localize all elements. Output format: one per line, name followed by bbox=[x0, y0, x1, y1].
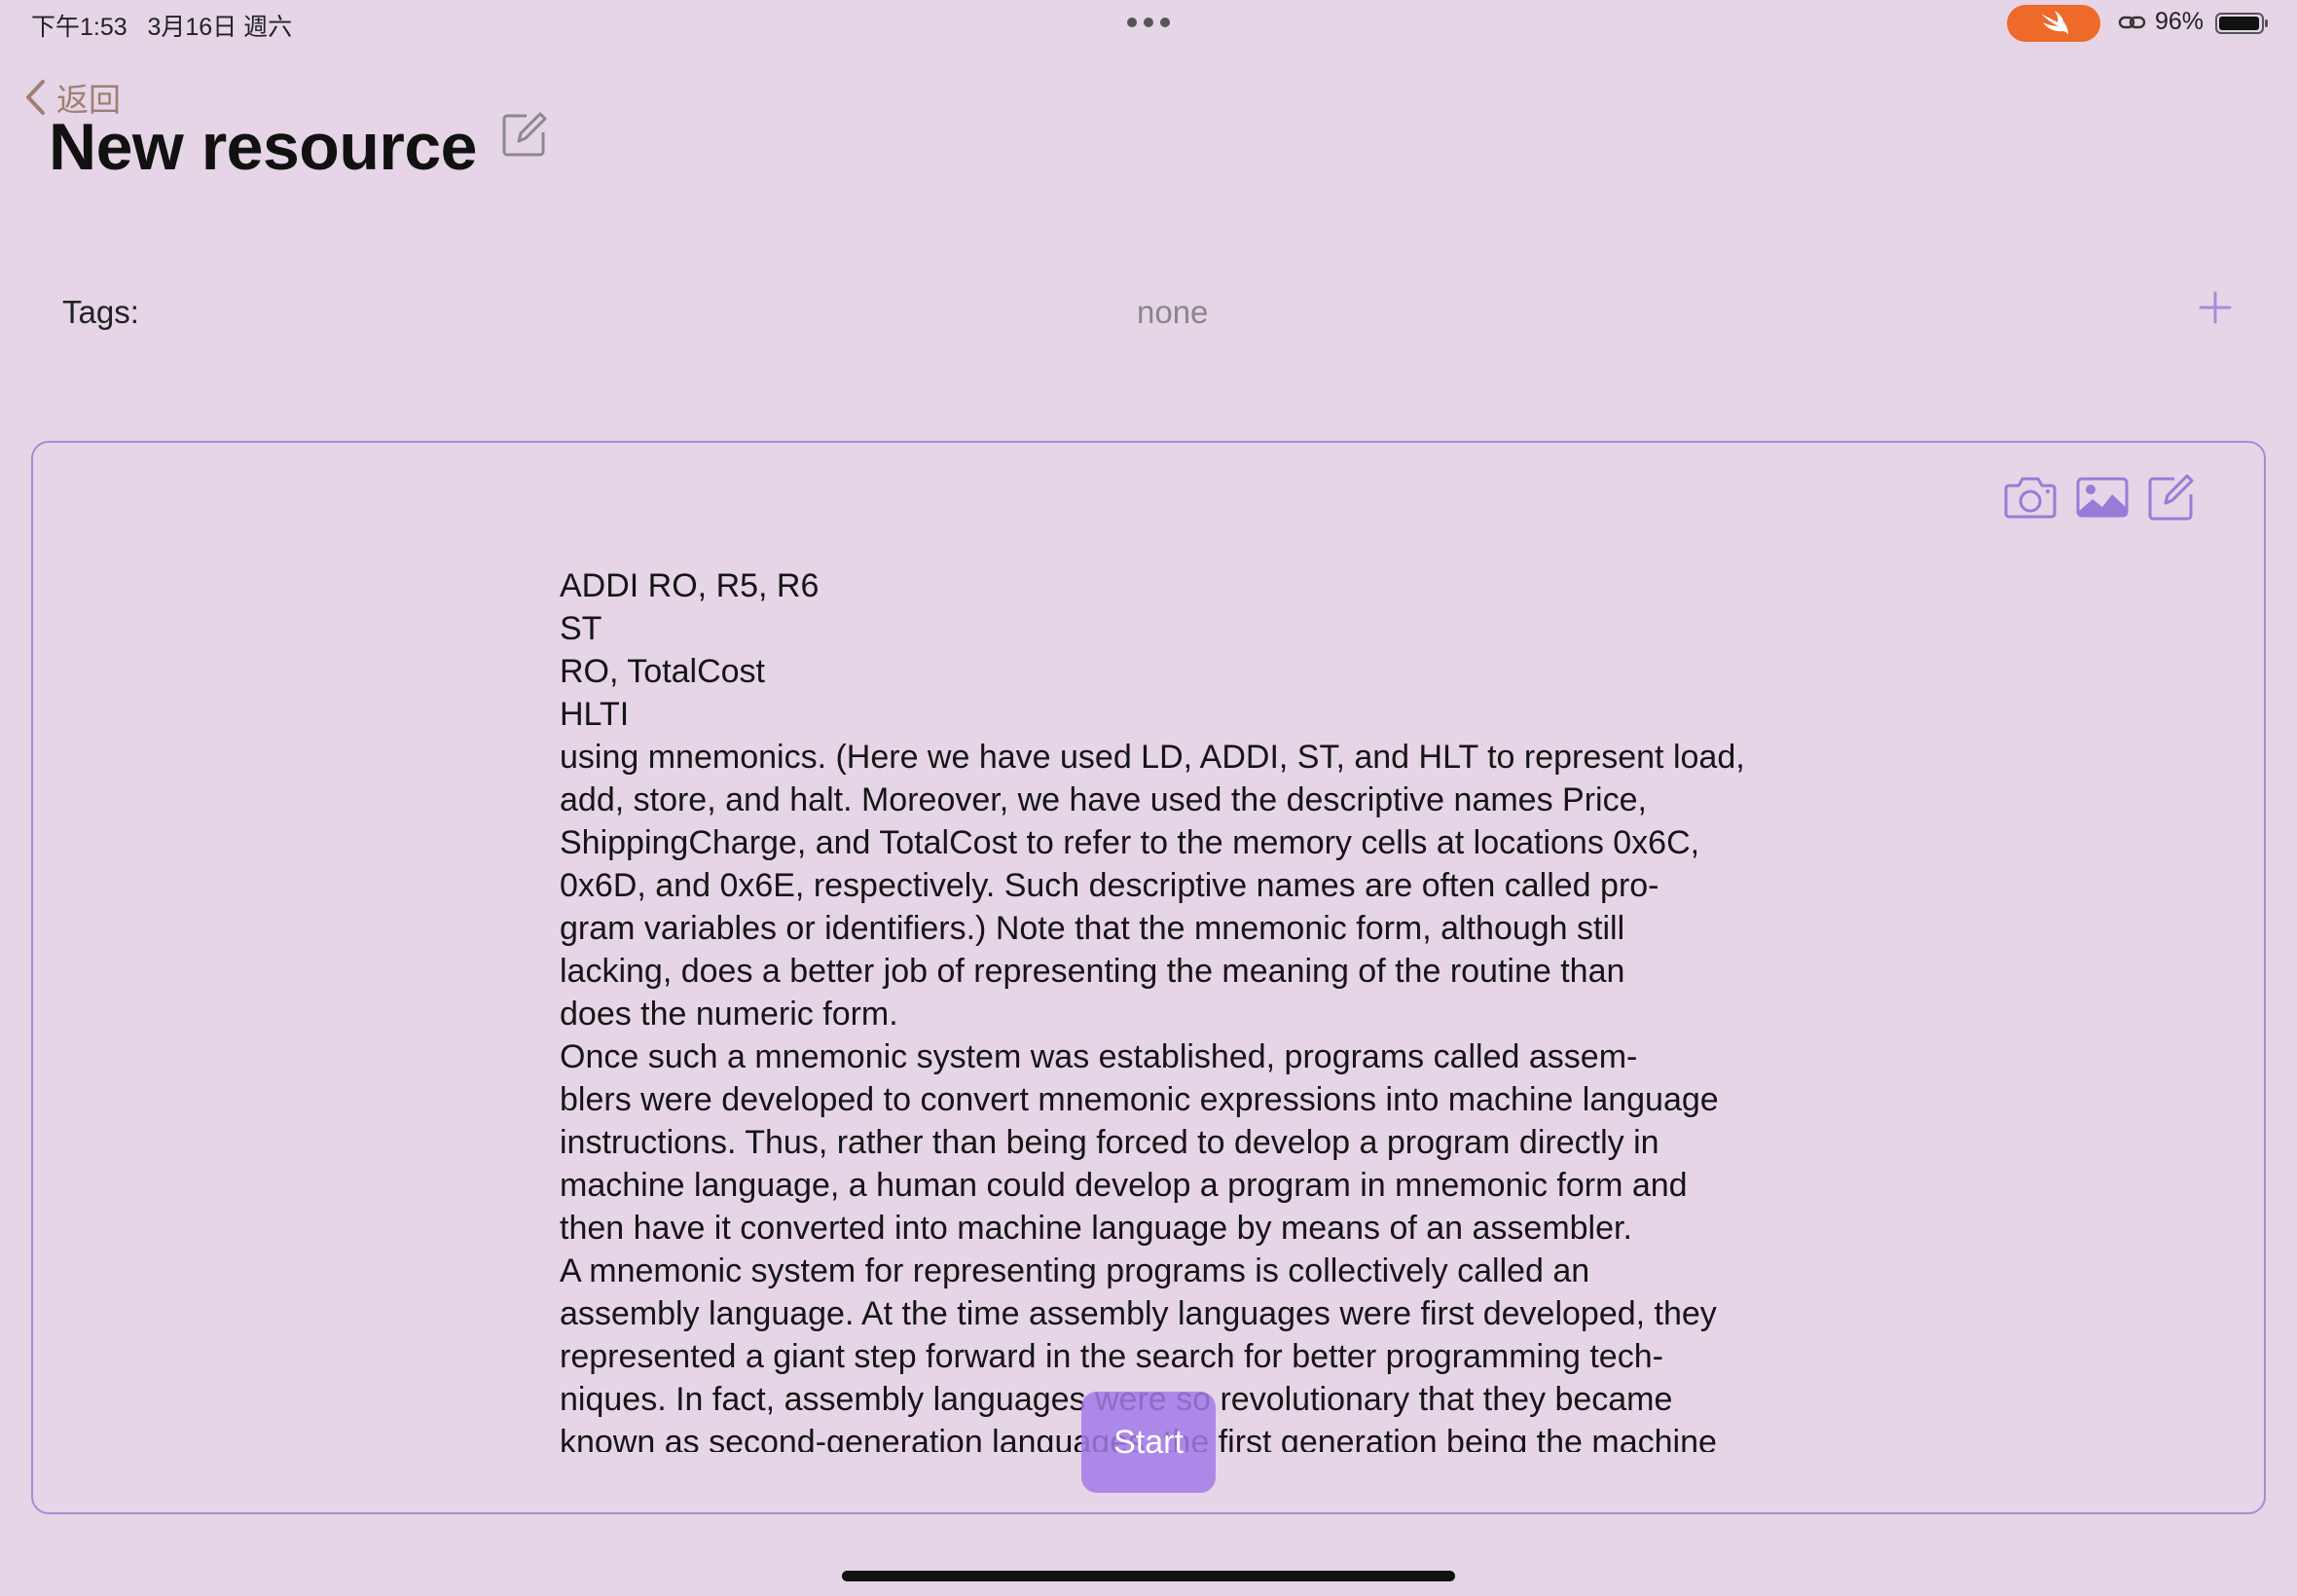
photo-library-icon[interactable] bbox=[2075, 473, 2130, 522]
text-line: A mnemonic system for representing progr… bbox=[560, 1252, 1590, 1289]
text-line: ShippingCharge, and TotalCost to refer t… bbox=[560, 824, 1700, 861]
text-line: does the numeric form. bbox=[560, 996, 898, 1033]
text-line: blers were developed to convert mnemonic… bbox=[560, 1081, 1719, 1118]
link-icon bbox=[2118, 16, 2146, 29]
tags-label: Tags: bbox=[62, 294, 139, 330]
text-line: add, store, and halt. Moreover, we have … bbox=[560, 781, 1647, 818]
swift-icon[interactable] bbox=[2007, 5, 2100, 42]
text-line: 0x6D, and 0x6E, respectively. Such descr… bbox=[560, 867, 1659, 904]
text-line: instructions. Thus, rather than being fo… bbox=[560, 1124, 1659, 1161]
text-line: then have it converted into machine lang… bbox=[560, 1210, 1632, 1247]
tags-value: none bbox=[1137, 294, 1209, 330]
text-line: using mnemonics. (Here we have used LD, … bbox=[560, 739, 1745, 776]
battery-percentage: 96% bbox=[2155, 8, 2205, 35]
page-title: New resource bbox=[49, 110, 477, 184]
edit-title-icon[interactable] bbox=[500, 110, 549, 159]
resource-text[interactable]: ADDI RO, R5, R6 ST RO, TotalCost HLTI us… bbox=[560, 564, 1757, 1452]
add-tag-icon[interactable] bbox=[2198, 290, 2233, 325]
text-line: RO, TotalCost bbox=[560, 653, 766, 690]
text-line: machine language, a human could develop … bbox=[560, 1167, 1688, 1204]
multitask-dots-icon[interactable] bbox=[1127, 18, 1170, 27]
battery-icon bbox=[2215, 13, 2268, 34]
chevron-left-icon bbox=[26, 80, 45, 115]
status-time: 下午1:53 3月16日 週六 bbox=[31, 14, 293, 41]
text-line: represented a giant step forward in the … bbox=[560, 1338, 1663, 1375]
camera-icon[interactable] bbox=[2003, 473, 2058, 522]
text-line: assembly language. At the time assembly … bbox=[560, 1295, 1717, 1332]
text-line: HLTI bbox=[560, 696, 630, 733]
compose-icon[interactable] bbox=[2145, 473, 2200, 522]
text-line: Once such a mnemonic system was establis… bbox=[560, 1038, 1638, 1075]
home-indicator[interactable] bbox=[842, 1571, 1455, 1581]
text-line: lacking, does a better job of representi… bbox=[560, 953, 1625, 990]
text-line: gram variables or identifiers.) Note tha… bbox=[560, 910, 1625, 947]
text-line: ADDI RO, R5, R6 bbox=[560, 567, 820, 604]
start-button[interactable]: Start bbox=[1081, 1392, 1216, 1493]
text-line: ST bbox=[560, 610, 602, 647]
